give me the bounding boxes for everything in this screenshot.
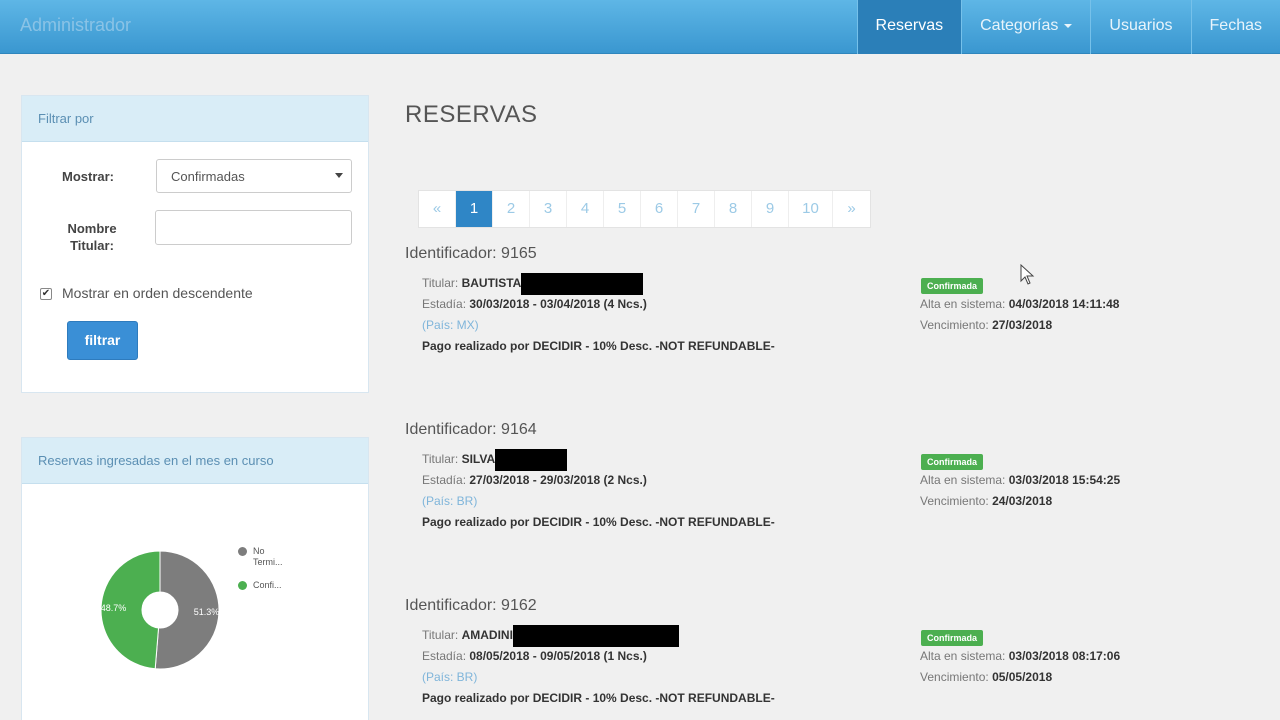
vencimiento-value: 24/03/2018 <box>992 494 1053 508</box>
page-button-2[interactable]: 2 <box>493 191 530 227</box>
nav-usuarios[interactable]: Usuarios <box>1090 0 1190 54</box>
alta-label: Alta en sistema: <box>920 297 1006 311</box>
reserva-titular: Titular: BAUTISTA <box>422 273 644 295</box>
vencimiento-value: 05/05/2018 <box>992 670 1053 684</box>
reserva-id: Identificador: 9164 <box>405 421 537 438</box>
status-badge: Confirmada <box>921 454 984 470</box>
reserva-estadia: Estadía: 27/03/2018 - 29/03/2018 (2 Ncs.… <box>422 473 647 487</box>
reserva-alta: Alta en sistema: 03/03/2018 15:54:25 <box>920 473 1120 487</box>
status-badge: Confirmada <box>921 278 984 294</box>
pie-slice-label-1: 48.7% <box>101 603 127 613</box>
vencimiento-value: 27/03/2018 <box>992 318 1053 332</box>
reserva-pago: Pago realizado por DECIDIR - 10% Desc. -… <box>422 515 775 529</box>
alta-value: 04/03/2018 14:11:48 <box>1008 297 1120 311</box>
alta-label: Alta en sistema: <box>920 649 1006 663</box>
descendente-checkbox-label: Mostrar en orden descendente <box>62 285 253 301</box>
redaction-bar <box>495 449 568 471</box>
chart-panel: Reservas ingresadas en el mes en curso 5… <box>21 437 369 720</box>
page-button-5[interactable]: 5 <box>604 191 641 227</box>
nav-categorias[interactable]: Categorías <box>961 0 1090 54</box>
reserva-pais: (País: BR) <box>422 494 478 508</box>
page-title: RESERVAS <box>405 101 538 128</box>
filtrar-button[interactable]: filtrar <box>67 321 138 360</box>
status-badge: Confirmada <box>921 630 984 646</box>
select-arrow-icon <box>335 173 343 178</box>
chart-panel-heading: Reservas ingresadas en el mes en curso <box>22 438 368 484</box>
titular-value: AMADINI <box>461 628 513 643</box>
estadia-label: Estadía: <box>422 649 467 663</box>
page-prev-button[interactable]: « <box>419 191 456 227</box>
titular-label: Titular: <box>422 452 459 467</box>
vencimiento-label: Vencimiento: <box>920 494 989 508</box>
page-button-10[interactable]: 10 <box>789 191 833 227</box>
reserva-pago: Pago realizado por DECIDIR - 10% Desc. -… <box>422 691 775 705</box>
mostrar-select[interactable]: Confirmadas <box>156 159 352 193</box>
redaction-bar <box>512 625 679 647</box>
alta-value: 03/03/2018 15:54:25 <box>1008 473 1121 487</box>
legend-dot-no-terminadas <box>238 547 247 556</box>
caret-down-icon <box>1064 23 1073 28</box>
brand-title[interactable]: Administrador <box>20 15 131 36</box>
reservas-pie-chart: 51.3% 48.7% <box>100 550 220 670</box>
titular-value: SILVA <box>461 452 496 467</box>
descendente-checkbox[interactable]: ✔ <box>40 288 52 300</box>
reserva-pais: (País: BR) <box>422 670 478 684</box>
nombre-titular-label: Nombre Titular: <box>67 221 117 253</box>
main-nav: Reservas Categorías Usuarios Fechas <box>856 0 1280 54</box>
reserva-card: Identificador: 9162 Titular: AMADINI Estad… <box>405 597 1265 705</box>
reserva-id: Identificador: 9165 <box>405 245 537 262</box>
nav-categorias-label: Categorías <box>980 17 1059 34</box>
mouse-cursor-icon <box>1020 264 1035 285</box>
reserva-vencimiento: Vencimiento: 24/03/2018 <box>920 494 1052 508</box>
reserva-alta: Alta en sistema: 04/03/2018 14:11:48 <box>920 297 1119 311</box>
filter-panel: Filtrar por Mostrar: Confirmadas Nombre … <box>21 95 369 393</box>
reserva-estadia: Estadía: 08/05/2018 - 09/05/2018 (1 Ncs.… <box>422 649 647 663</box>
reserva-alta: Alta en sistema: 03/03/2018 08:17:06 <box>920 649 1120 663</box>
reserva-vencimiento: Vencimiento: 27/03/2018 <box>920 318 1052 332</box>
legend-label-no-terminadas: No Termi... <box>253 546 283 567</box>
titular-label: Titular: <box>422 628 459 643</box>
estadia-label: Estadía: <box>422 297 467 311</box>
titular-label: Titular: <box>422 276 459 291</box>
titular-value: BAUTISTA <box>461 276 522 291</box>
estadia-value: 30/03/2018 - 03/04/2018 (4 Ncs.) <box>469 297 647 311</box>
reserva-pago: Pago realizado por DECIDIR - 10% Desc. -… <box>422 339 775 353</box>
alta-value: 03/03/2018 08:17:06 <box>1008 649 1121 663</box>
reserva-pais: (País: MX) <box>422 318 479 332</box>
page-button-8[interactable]: 8 <box>715 191 752 227</box>
estadia-value: 27/03/2018 - 29/03/2018 (2 Ncs.) <box>469 473 647 487</box>
reserva-vencimiento: Vencimiento: 05/05/2018 <box>920 670 1052 684</box>
estadia-value: 08/05/2018 - 09/05/2018 (1 Ncs.) <box>469 649 647 663</box>
filter-panel-heading: Filtrar por <box>22 96 368 142</box>
legend-label-confirmadas: Confi... <box>253 580 282 590</box>
reserva-titular: Titular: AMADINI <box>422 625 679 647</box>
reserva-id: Identificador: 9162 <box>405 597 537 614</box>
pagination: «1 2 3 4 5 6 7 8 9 10» <box>418 190 871 228</box>
reserva-estadia: Estadía: 30/03/2018 - 03/04/2018 (4 Ncs.… <box>422 297 647 311</box>
redaction-bar <box>521 273 644 295</box>
reserva-card: Identificador: 9165 Titular: BAUTISTA Esta… <box>405 245 1265 353</box>
legend-dot-confirmadas <box>238 581 247 590</box>
vencimiento-label: Vencimiento: <box>920 670 989 684</box>
page-button-3[interactable]: 3 <box>530 191 567 227</box>
mostrar-select-value: Confirmadas <box>171 169 245 184</box>
reserva-titular: Titular: SILVA <box>422 449 568 471</box>
page-next-button[interactable]: » <box>833 191 870 227</box>
nombre-titular-input[interactable] <box>155 210 352 245</box>
reserva-card: Identificador: 9164 Titular: SILVA Estadía… <box>405 421 1265 529</box>
alta-label: Alta en sistema: <box>920 473 1006 487</box>
page-button-1[interactable]: 1 <box>456 191 493 227</box>
nav-fechas[interactable]: Fechas <box>1190 0 1280 54</box>
nav-reservas[interactable]: Reservas <box>856 0 962 54</box>
page-button-7[interactable]: 7 <box>678 191 715 227</box>
page-button-6[interactable]: 6 <box>641 191 678 227</box>
vencimiento-label: Vencimiento: <box>920 318 989 332</box>
top-navbar: Administrador Reservas Categorías Usuari… <box>0 0 1280 54</box>
pie-slice-label-0: 51.3% <box>194 607 220 617</box>
page-button-4[interactable]: 4 <box>567 191 604 227</box>
estadia-label: Estadía: <box>422 473 467 487</box>
mostrar-label: Mostrar: <box>62 169 115 184</box>
page-button-9[interactable]: 9 <box>752 191 789 227</box>
